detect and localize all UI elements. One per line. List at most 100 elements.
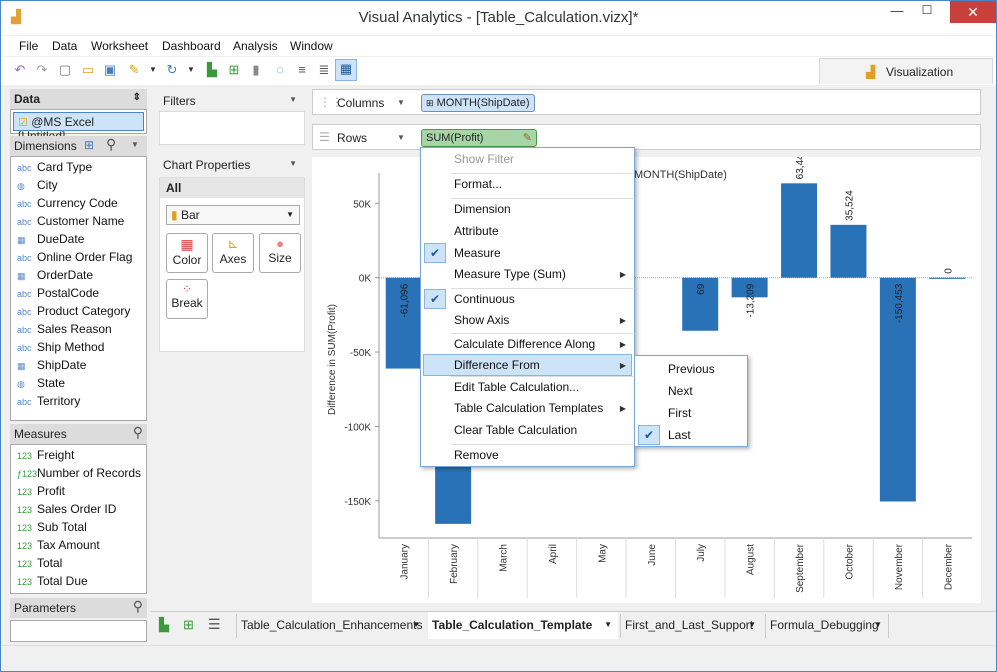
dimensions-field-item[interactable]: abc Ship Method	[17, 340, 104, 354]
dimensions-field-item[interactable]: abc Product Category	[17, 304, 130, 318]
redo-icon[interactable]: ↷	[33, 61, 51, 79]
chevron-down-icon[interactable]: ▼	[874, 614, 882, 636]
dimensions-field-item[interactable]: ▦ ShipDate	[17, 358, 86, 372]
sheet-list-icon[interactable]: ☰	[208, 616, 221, 633]
auto-chart-icon[interactable]: ✎	[125, 61, 143, 79]
menu-file[interactable]: File	[19, 39, 38, 53]
context-menu-item[interactable]: Clear Table Calculation	[454, 423, 577, 437]
chevron-down-icon[interactable]: ▼	[144, 61, 162, 79]
chevron-down-icon[interactable]: ▼	[397, 133, 405, 142]
save-icon[interactable]: ▣	[101, 61, 119, 79]
menu-window[interactable]: Window	[290, 39, 333, 53]
chart-type-select[interactable]: ▮ Bar ▼	[166, 205, 300, 225]
context-menu-item[interactable]: Measure	[454, 246, 501, 260]
add-chart-icon[interactable]: ▙	[203, 61, 221, 79]
sort-descending-icon[interactable]: ≣	[315, 61, 333, 79]
measures-field-item[interactable]: ƒ123Number of Records	[17, 466, 141, 480]
add-table-icon[interactable]: ⊞	[225, 61, 243, 79]
measures-field-item[interactable]: 123 Sub Total	[17, 520, 87, 534]
search-icon[interactable]: ⚲	[106, 136, 116, 153]
dimensions-field-item[interactable]: abc Territory	[17, 394, 80, 408]
sheet-tab-template[interactable]: Table_Calculation_Template ▼	[428, 612, 618, 639]
measures-field-item[interactable]: 123 Profit	[17, 484, 65, 498]
sort-ascending-icon[interactable]: ≡	[293, 61, 311, 79]
undo-icon[interactable]: ↶	[11, 61, 29, 79]
measures-field-item[interactable]: 123 Total	[17, 556, 62, 570]
dimensions-field-item[interactable]: ◍ City	[17, 178, 58, 192]
close-button[interactable]: ✕	[950, 1, 996, 23]
context-menu-item[interactable]: Dimension	[454, 202, 511, 216]
menu-data[interactable]: Data	[52, 39, 77, 53]
new-sheet-icon[interactable]: ▢	[56, 61, 74, 79]
dimensions-field-item[interactable]: abc Online Order Flag	[17, 250, 132, 264]
lasso-icon[interactable]: ◌	[271, 61, 289, 79]
sheet-tab-label: Table_Calculation_Enhancements	[241, 618, 423, 632]
context-menu-item[interactable]: Continuous	[454, 292, 515, 306]
difference-from-option[interactable]: Previous	[668, 362, 715, 376]
chevron-down-icon[interactable]: ▼	[182, 61, 200, 79]
show-labels-icon[interactable]: ▦	[335, 59, 357, 81]
context-menu-item[interactable]: Show Filter	[454, 152, 514, 166]
search-icon[interactable]: ⚲	[133, 424, 143, 441]
context-menu-item[interactable]: Attribute	[454, 224, 499, 238]
open-folder-icon[interactable]: ▭	[79, 61, 97, 79]
dimensions-field-item[interactable]: ◍ State	[17, 376, 65, 390]
chevron-down-icon[interactable]: ▼	[412, 614, 420, 636]
chevron-down-icon[interactable]: ▼	[604, 612, 612, 638]
context-menu-item[interactable]: Measure Type (Sum)	[454, 267, 566, 281]
color-button[interactable]: ▦ Color	[166, 233, 208, 273]
difference-from-option[interactable]: Next	[668, 384, 693, 398]
dimensions-field-item[interactable]: ▦ DueDate	[17, 232, 84, 246]
minimize-button[interactable]: —	[884, 3, 910, 21]
bar-chart-icon[interactable]: ▮	[247, 61, 265, 79]
chevron-down-icon[interactable]: ▼	[289, 159, 297, 168]
maximize-button[interactable]: ☐	[914, 3, 940, 21]
sheet-tab-enhancements[interactable]: Table_Calculation_Enhancements ▼	[236, 614, 426, 638]
size-button[interactable]: ● Size	[259, 233, 301, 273]
new-dashboard-icon[interactable]: ⊞	[183, 617, 194, 633]
context-menu-item[interactable]: Remove	[454, 448, 499, 462]
new-worksheet-icon[interactable]: ▙	[159, 617, 169, 633]
dimensions-field-item[interactable]: abc PostalCode	[17, 286, 99, 300]
chevron-down-icon[interactable]: ▼	[131, 140, 139, 149]
menu-analysis[interactable]: Analysis	[233, 39, 278, 53]
search-icon[interactable]: ⚲	[133, 598, 143, 615]
sheet-tab-formula-debugging[interactable]: Formula_Debugging ▼	[765, 614, 889, 638]
chevron-down-icon[interactable]: ▼	[397, 98, 405, 107]
all-marks-label[interactable]: All	[160, 178, 304, 198]
context-menu-item[interactable]: Calculate Difference Along	[454, 337, 595, 351]
data-source-item[interactable]: ☑ @MS Excel [Untitled]	[13, 112, 144, 143]
difference-from-option[interactable]: Last	[668, 428, 691, 442]
measures-field-item[interactable]: 123 Freight	[17, 448, 74, 462]
measures-field-item[interactable]: 123 Tax Amount	[17, 538, 100, 552]
sort-arrows-icon[interactable]: ⇕	[133, 92, 141, 103]
context-menu-item[interactable]: Format...	[454, 177, 502, 191]
menu-dashboard[interactable]: Dashboard	[162, 39, 221, 53]
dimensions-field-item[interactable]: abc Sales Reason	[17, 322, 112, 336]
dimensions-field-item[interactable]: abc Card Type	[17, 160, 92, 174]
context-menu-item[interactable]: Show Axis	[454, 313, 509, 327]
dimensions-field-item[interactable]: abc Currency Code	[17, 196, 118, 210]
chevron-down-icon[interactable]: ▼	[289, 95, 297, 104]
rows-pill[interactable]: SUM(Profit) ✎	[421, 129, 537, 147]
filters-shelf[interactable]	[159, 111, 305, 145]
context-menu-item[interactable]: Difference From	[454, 358, 540, 372]
context-menu-item[interactable]: Edit Table Calculation...	[454, 380, 579, 394]
columns-pill[interactable]: ⊞ MONTH(ShipDate)	[421, 94, 535, 112]
axes-button[interactable]: ⊾ Axes	[212, 233, 254, 273]
measures-field-item[interactable]: 123 Sales Order ID	[17, 502, 116, 516]
dimensions-field-item[interactable]: ▦ OrderDate	[17, 268, 93, 282]
columns-shelf[interactable]: ⋮⋮ Columns ▼ ⊞ MONTH(ShipDate)	[312, 89, 981, 115]
menu-worksheet[interactable]: Worksheet	[91, 39, 148, 53]
refresh-icon[interactable]: ↻	[163, 61, 181, 79]
difference-from-option[interactable]: First	[668, 406, 691, 420]
sheet-tab-first-last[interactable]: First_and_Last_Support ▼	[620, 614, 762, 638]
rows-shelf[interactable]: ☰ Rows ▼ SUM(Profit) ✎	[312, 124, 981, 150]
table-view-icon[interactable]: ⊞	[84, 138, 94, 152]
chevron-down-icon[interactable]: ▼	[748, 614, 756, 636]
measures-field-item[interactable]: 123 Total Due	[17, 574, 88, 588]
break-button[interactable]: ⁘ Break	[166, 279, 208, 319]
visualization-tab[interactable]: ▟ Visualization	[819, 58, 993, 84]
dimensions-field-item[interactable]: abc Customer Name	[17, 214, 124, 228]
context-menu-item[interactable]: Table Calculation Templates	[454, 401, 603, 415]
